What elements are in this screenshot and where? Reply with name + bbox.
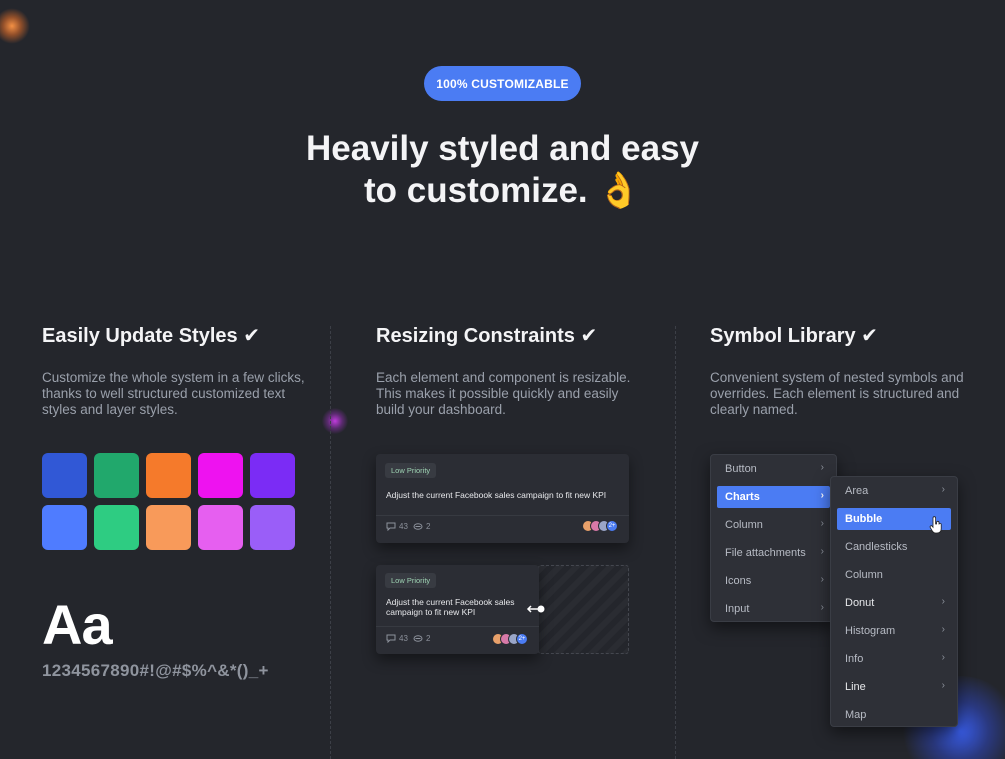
color-swatch: [146, 505, 191, 550]
card-divider: [376, 626, 539, 627]
page-headline: Heavily styled and easy to customize. 👌: [250, 128, 755, 212]
comments-count: 43: [386, 634, 408, 643]
chevron-right-icon: ›: [820, 602, 824, 613]
priority-badge: Low Priority: [385, 573, 437, 588]
chevron-right-icon: ›: [820, 518, 824, 529]
menu-item-input[interactable]: Input ›: [717, 598, 830, 620]
color-swatch: [198, 453, 243, 498]
submenu-item-label: Donut: [845, 597, 875, 609]
color-swatch: [146, 453, 191, 498]
comments-value: 43: [399, 634, 408, 643]
menu-item-label: Icons: [725, 575, 752, 587]
typography-sample: Aa: [42, 593, 113, 656]
attachments-count: 2: [413, 522, 430, 531]
task-text: Adjust the current Facebook sales campai…: [386, 597, 536, 617]
styles-title: Easily Update Styles ✔: [42, 325, 260, 347]
submenu-item-label: Bubble: [845, 513, 883, 525]
attachments-value: 2: [426, 634, 431, 643]
resize-area: [538, 565, 629, 654]
submenu-item-label: Area: [845, 485, 869, 497]
charts-submenu: Area › Bubble Candlesticks Column Donut › …: [830, 476, 958, 727]
styles-description: Customize the whole system in a few clic…: [42, 370, 305, 417]
avatar-group[interactable]: 2+: [492, 633, 528, 645]
color-swatch: [250, 453, 295, 498]
chevron-right-icon: ›: [941, 680, 945, 691]
column-divider: [675, 326, 676, 759]
menu-item-icons[interactable]: Icons ›: [717, 570, 830, 592]
comments-count: 43: [386, 522, 408, 531]
resize-handle-icon[interactable]: [526, 603, 546, 615]
submenu-item-info[interactable]: Info ›: [837, 648, 951, 670]
color-swatch: [198, 505, 243, 550]
menu-item-label: Input: [725, 603, 750, 615]
symbols-description: Convenient system of nested symbols and …: [710, 370, 964, 417]
headline-line-2: to customize. 👌: [364, 171, 641, 210]
chevron-right-icon: ›: [820, 574, 824, 585]
chevron-right-icon: ›: [820, 490, 824, 501]
typography-characters: 1234567890#!@#$%^&*()_+: [42, 661, 269, 680]
submenu-item-donut[interactable]: Donut ›: [837, 592, 951, 614]
symbol-menu: Button › Charts › Column › File attachments…: [710, 454, 837, 622]
priority-badge: Low Priority: [385, 463, 437, 478]
chevron-right-icon: ›: [941, 624, 945, 635]
menu-item-label: File attachments: [725, 547, 806, 559]
attachments-count: 2: [413, 634, 430, 643]
color-swatch: [94, 505, 139, 550]
chevron-right-icon: ›: [820, 546, 824, 557]
avatar-more-badge: 2+: [606, 520, 618, 532]
task-text-line-1: Adjust the current Facebook sales: [386, 597, 515, 607]
chevron-right-icon: ›: [820, 462, 824, 473]
submenu-item-label: Candlesticks: [845, 541, 908, 553]
submenu-item-candlesticks[interactable]: Candlesticks: [837, 536, 951, 558]
submenu-item-map[interactable]: Map: [837, 704, 951, 726]
submenu-item-label: Line: [845, 681, 866, 693]
symbols-title: Symbol Library ✔: [710, 325, 878, 347]
customizable-badge: 100% CUSTOMIZABLE: [424, 66, 581, 101]
paperclip-icon: [413, 523, 423, 530]
comment-icon: [386, 634, 396, 643]
chevron-right-icon: ›: [941, 652, 945, 663]
color-swatch: [42, 453, 87, 498]
comments-value: 43: [399, 522, 408, 531]
task-text: Adjust the current Facebook sales campai…: [386, 490, 607, 500]
menu-item-column[interactable]: Column ›: [717, 514, 830, 536]
submenu-item-label: Map: [845, 709, 867, 721]
menu-item-label: Button: [725, 463, 757, 475]
task-card[interactable]: Low Priority Adjust the current Facebook…: [376, 454, 629, 543]
comment-icon: [386, 522, 396, 531]
attachments-value: 2: [426, 522, 431, 531]
orange-glow: [0, 8, 30, 44]
submenu-item-area[interactable]: Area ›: [837, 480, 951, 502]
card-divider: [376, 515, 629, 516]
menu-item-label: Charts: [725, 491, 760, 503]
chevron-right-icon: ›: [941, 596, 945, 607]
color-swatch: [94, 453, 139, 498]
menu-item-file-attachments[interactable]: File attachments ›: [717, 542, 830, 564]
avatar-more-badge: 2+: [516, 633, 528, 645]
task-text-line-2: campaign to fit new KPI: [386, 607, 476, 617]
purple-glow: [322, 408, 348, 434]
menu-item-charts[interactable]: Charts ›: [717, 486, 830, 508]
headline-line-1: Heavily styled and easy: [306, 129, 699, 168]
submenu-item-label: Info: [845, 653, 864, 665]
resizing-description: Each element and component is resizable.…: [376, 370, 631, 417]
avatar-group[interactable]: 2+: [582, 520, 618, 532]
submenu-item-column[interactable]: Column: [837, 564, 951, 586]
color-swatch: [250, 505, 295, 550]
menu-item-button[interactable]: Button ›: [717, 458, 830, 480]
submenu-item-histogram[interactable]: Histogram ›: [837, 620, 951, 642]
chevron-right-icon: ›: [941, 484, 945, 495]
column-divider: [330, 326, 331, 759]
task-card-resized[interactable]: Low Priority Adjust the current Facebook…: [376, 565, 539, 654]
menu-item-label: Column: [725, 519, 763, 531]
submenu-item-line[interactable]: Line ›: [837, 676, 951, 698]
resizing-title: Resizing Constraints ✔: [376, 325, 598, 347]
color-swatch: [42, 505, 87, 550]
submenu-item-label: Histogram: [845, 625, 896, 637]
paperclip-icon: [413, 635, 423, 642]
submenu-item-label: Column: [845, 569, 883, 581]
hand-cursor-icon: [929, 516, 942, 534]
